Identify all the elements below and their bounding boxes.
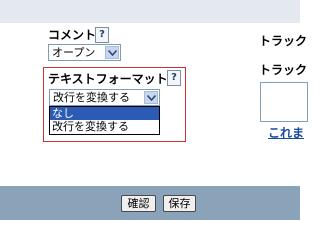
text-format-label: テキストフォーマット: [48, 72, 168, 86]
chevron-down-icon: [105, 46, 119, 59]
comment-help-button[interactable]: ?: [95, 27, 109, 43]
text-format-select-value: 改行を変換する: [53, 91, 130, 104]
confirm-button[interactable]: 確認: [121, 195, 156, 212]
text-format-help-button[interactable]: ?: [167, 70, 181, 86]
text-format-select[interactable]: 改行を変換する: [49, 89, 160, 106]
chevron-down-icon: [144, 91, 158, 104]
comment-select-value: オープン: [52, 46, 96, 59]
dropdown-option-convert-linebreaks[interactable]: 改行を変換する: [50, 120, 159, 133]
save-button[interactable]: 保存: [163, 195, 196, 212]
comment-select[interactable]: オープン: [48, 44, 121, 61]
trackback-url-label: トラック: [259, 63, 308, 77]
top-band: [0, 0, 300, 23]
dropdown-option-none[interactable]: なし: [50, 107, 159, 120]
trackback-label: トラック: [259, 34, 308, 48]
text-format-dropdown-list[interactable]: なし 改行を変換する: [49, 106, 160, 135]
comment-label: コメント: [48, 28, 97, 42]
trackback-history-link[interactable]: これま: [268, 124, 304, 141]
trackback-urls-textarea[interactable]: [260, 82, 308, 122]
